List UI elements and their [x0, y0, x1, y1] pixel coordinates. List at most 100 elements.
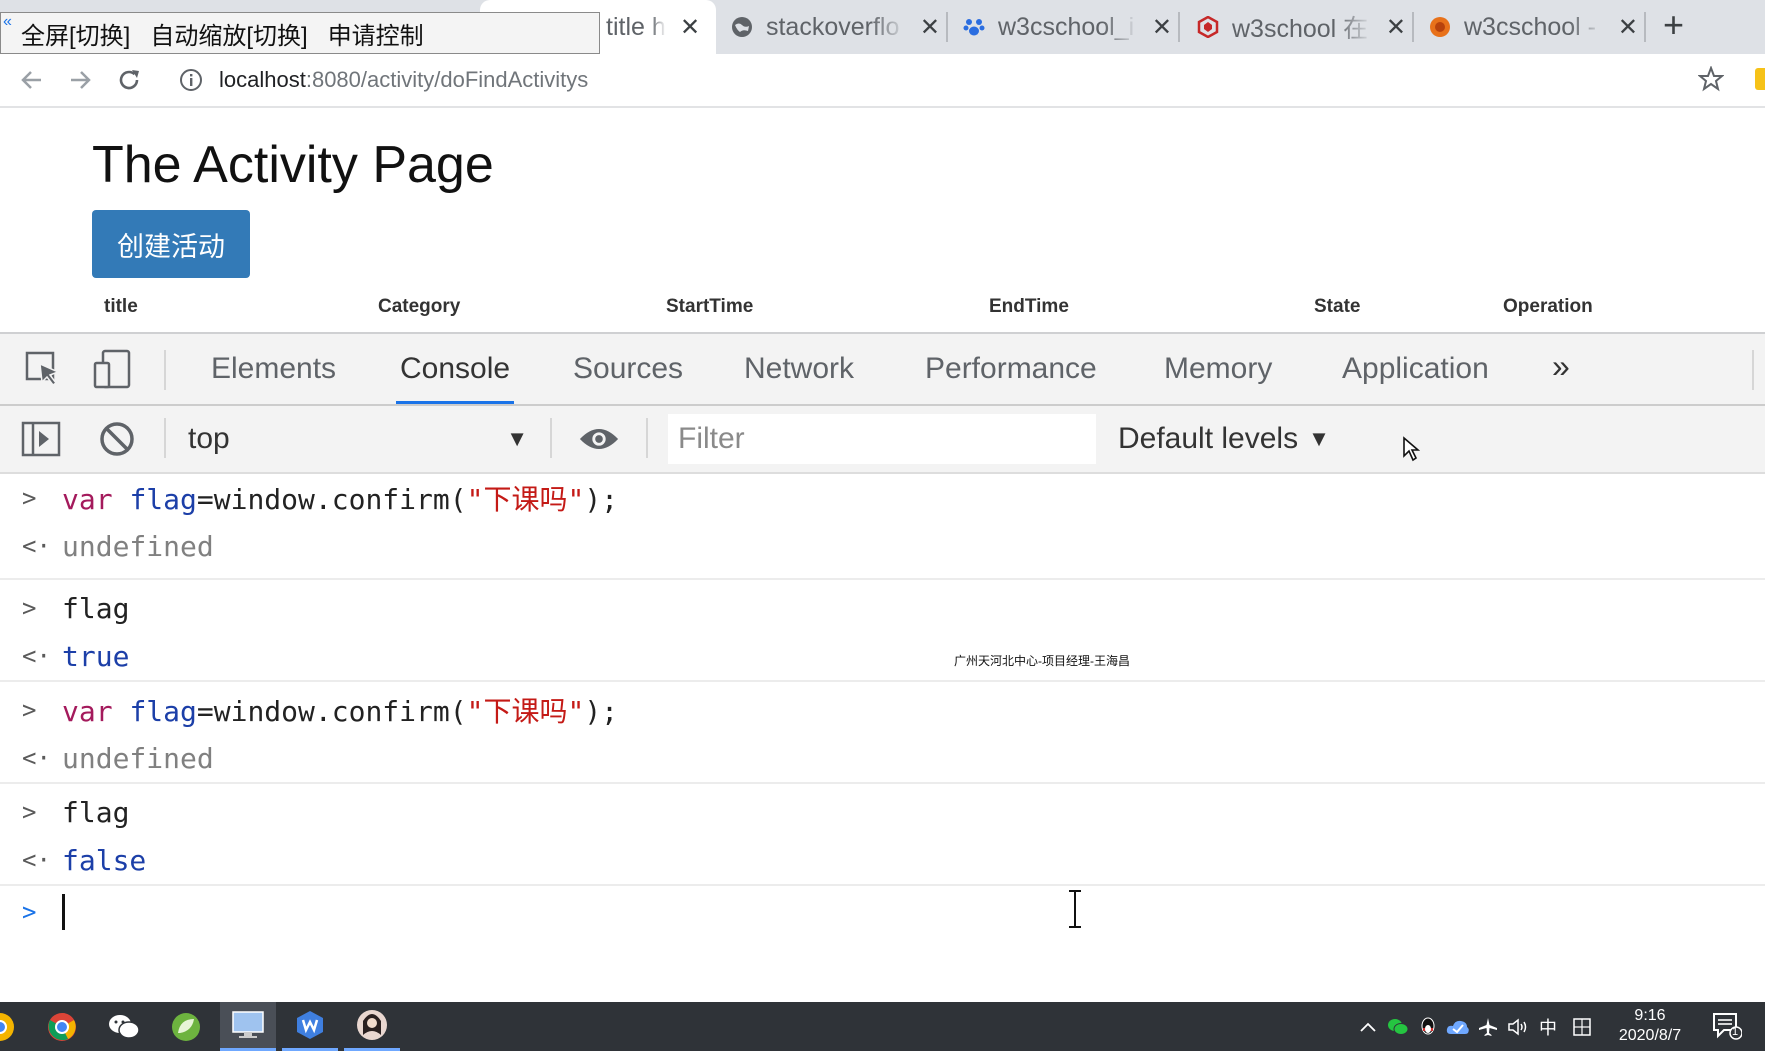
tab-label: w3school 在 [1231, 15, 1369, 43]
dropdown-caret-icon: ▼ [506, 426, 528, 451]
table-header-starttime: StartTime [666, 296, 754, 317]
request-control-button[interactable]: 申请控制 [328, 16, 424, 51]
console-prompt-row[interactable]: > [0, 888, 1765, 936]
console-divider [0, 578, 1765, 580]
ime-zh-icon[interactable]: 中 [1536, 1015, 1560, 1039]
wechat-tray-icon[interactable] [1386, 1015, 1410, 1039]
prompt-chevron-icon: > [22, 484, 37, 512]
qq-icon[interactable] [1416, 1015, 1440, 1039]
new-tab-button[interactable]: + [1663, 4, 1684, 46]
chrome-icon[interactable] [34, 1002, 90, 1051]
show-sidebar-icon[interactable] [20, 418, 62, 460]
reload-button[interactable] [113, 64, 145, 96]
context-selector[interactable]: top ▼ [188, 406, 528, 472]
close-icon[interactable]: ✕ [680, 13, 700, 42]
toolbar-divider [164, 350, 166, 390]
auto-scale-toggle-button[interactable]: 自动缩放[切换] [150, 16, 307, 51]
tab-stackoverflow[interactable]: stackoverflo ✕ [730, 0, 940, 54]
toolbar-divider [646, 418, 648, 458]
close-icon[interactable]: ✕ [920, 13, 940, 42]
console-output-row: <· undefined [0, 734, 1765, 782]
toolbar-divider [550, 418, 552, 458]
live-expression-eye-icon[interactable] [578, 418, 620, 460]
avatar-icon[interactable] [344, 1002, 400, 1051]
code-plain: ); [584, 483, 619, 516]
tab-memory[interactable]: Memory [1164, 334, 1272, 404]
tab-label: title h [606, 12, 666, 41]
fullscreen-toggle-button[interactable]: 全屏[切换] [21, 16, 130, 51]
close-icon[interactable]: ✕ [1618, 13, 1638, 42]
device-toolbar-icon[interactable] [92, 348, 134, 390]
code-identifier: flag [129, 695, 197, 728]
clear-console-icon[interactable] [96, 418, 138, 460]
ime-grid-icon[interactable] [1570, 1015, 1594, 1039]
browser-tabstrip: « 全屏[切换] 自动缩放[切换] 申请控制 title h ✕ stackov… [0, 0, 1765, 54]
tab-label: w3cschool - [1463, 12, 1596, 41]
chevron-up-icon[interactable] [1356, 1015, 1380, 1039]
code-keyword: var [62, 483, 113, 516]
log-levels-dropdown[interactable]: Default levels ▼ [1118, 406, 1330, 472]
console-result: false [62, 843, 147, 877]
airplane-icon[interactable] [1476, 1015, 1500, 1039]
collapse-arrow-icon[interactable]: « [3, 13, 12, 31]
prompt-chevron-icon: > [22, 898, 37, 926]
more-tabs-chevron-icon[interactable]: » [1552, 348, 1570, 385]
tab-sources[interactable]: Sources [573, 334, 683, 404]
info-icon[interactable] [179, 68, 203, 92]
close-icon[interactable]: ✕ [1386, 13, 1406, 42]
taskbar-clock[interactable]: 9:16 2020/8/7 [1605, 1006, 1695, 1046]
close-icon[interactable]: ✕ [1152, 13, 1172, 42]
console-code: flag [62, 591, 130, 625]
console-filter-input[interactable] [668, 414, 1096, 464]
extension-icon[interactable] [1755, 68, 1765, 90]
code-string: "下课吗" [466, 695, 585, 728]
console-code: var flag=window.confirm("下课吗"); [62, 690, 618, 730]
tab-w3school[interactable]: w3school 在 ✕ [1196, 0, 1406, 54]
remote-desktop-icon[interactable] [220, 1002, 276, 1051]
wps-icon[interactable] [282, 1002, 338, 1051]
console-code: flag [62, 795, 130, 829]
tab-label: stackoverflo [765, 12, 900, 41]
bookmark-star-icon[interactable] [1698, 66, 1724, 92]
table-header-state: State [1314, 296, 1361, 317]
tab-divider [946, 12, 948, 42]
tab-elements[interactable]: Elements [211, 334, 336, 404]
prompt-chevron-icon: > [22, 798, 37, 826]
console-output: > var flag=window.confirm("下课吗"); <· und… [0, 474, 1765, 1004]
reload-icon [119, 70, 139, 90]
tab-network[interactable]: Network [744, 334, 854, 404]
page-content: The Activity Page 创建活动 title Category St… [0, 108, 1765, 332]
windows-taskbar: 中 9:16 2020/8/7 1 [0, 1002, 1765, 1051]
cloud-icon[interactable] [1446, 1015, 1470, 1039]
prompt-chevron-icon: > [22, 696, 37, 724]
console-input-row: > flag [0, 788, 1765, 836]
chrome-icon[interactable] [0, 1002, 28, 1051]
notification-center-icon[interactable]: 1 [1712, 1012, 1742, 1040]
spring-icon[interactable] [158, 1002, 214, 1051]
console-divider [0, 884, 1765, 886]
w3school-logo-icon [1196, 15, 1220, 39]
context-value: top [188, 422, 230, 455]
tab-console[interactable]: Console [395, 334, 515, 404]
forward-button[interactable] [64, 64, 96, 96]
volume-icon[interactable] [1506, 1015, 1530, 1039]
console-result: undefined [62, 741, 214, 775]
tab-w3cschool-1[interactable]: w3cschool_i ✕ [962, 0, 1172, 54]
back-button[interactable] [16, 64, 48, 96]
code-keyword: var [62, 695, 113, 728]
inspect-element-icon[interactable] [22, 348, 64, 390]
toolbar-divider [164, 418, 166, 458]
return-arrow-icon: <· [22, 744, 51, 772]
tab-divider [1644, 12, 1646, 42]
forward-arrow-icon [71, 71, 91, 89]
wechat-icon[interactable] [96, 1002, 152, 1051]
tab-application[interactable]: Application [1342, 334, 1489, 404]
address-bar[interactable]: localhost:8080/activity/doFindActivitys [163, 60, 1723, 100]
console-output-row: <· true [0, 632, 1765, 680]
table-header-title: title [104, 296, 138, 317]
create-activity-button[interactable]: 创建活动 [92, 210, 250, 278]
prompt-chevron-icon: > [22, 594, 37, 622]
code-plain: =window.confirm( [196, 695, 467, 728]
tab-w3cschool-2[interactable]: w3cschool - ✕ [1428, 0, 1638, 54]
tab-performance[interactable]: Performance [925, 334, 1097, 404]
